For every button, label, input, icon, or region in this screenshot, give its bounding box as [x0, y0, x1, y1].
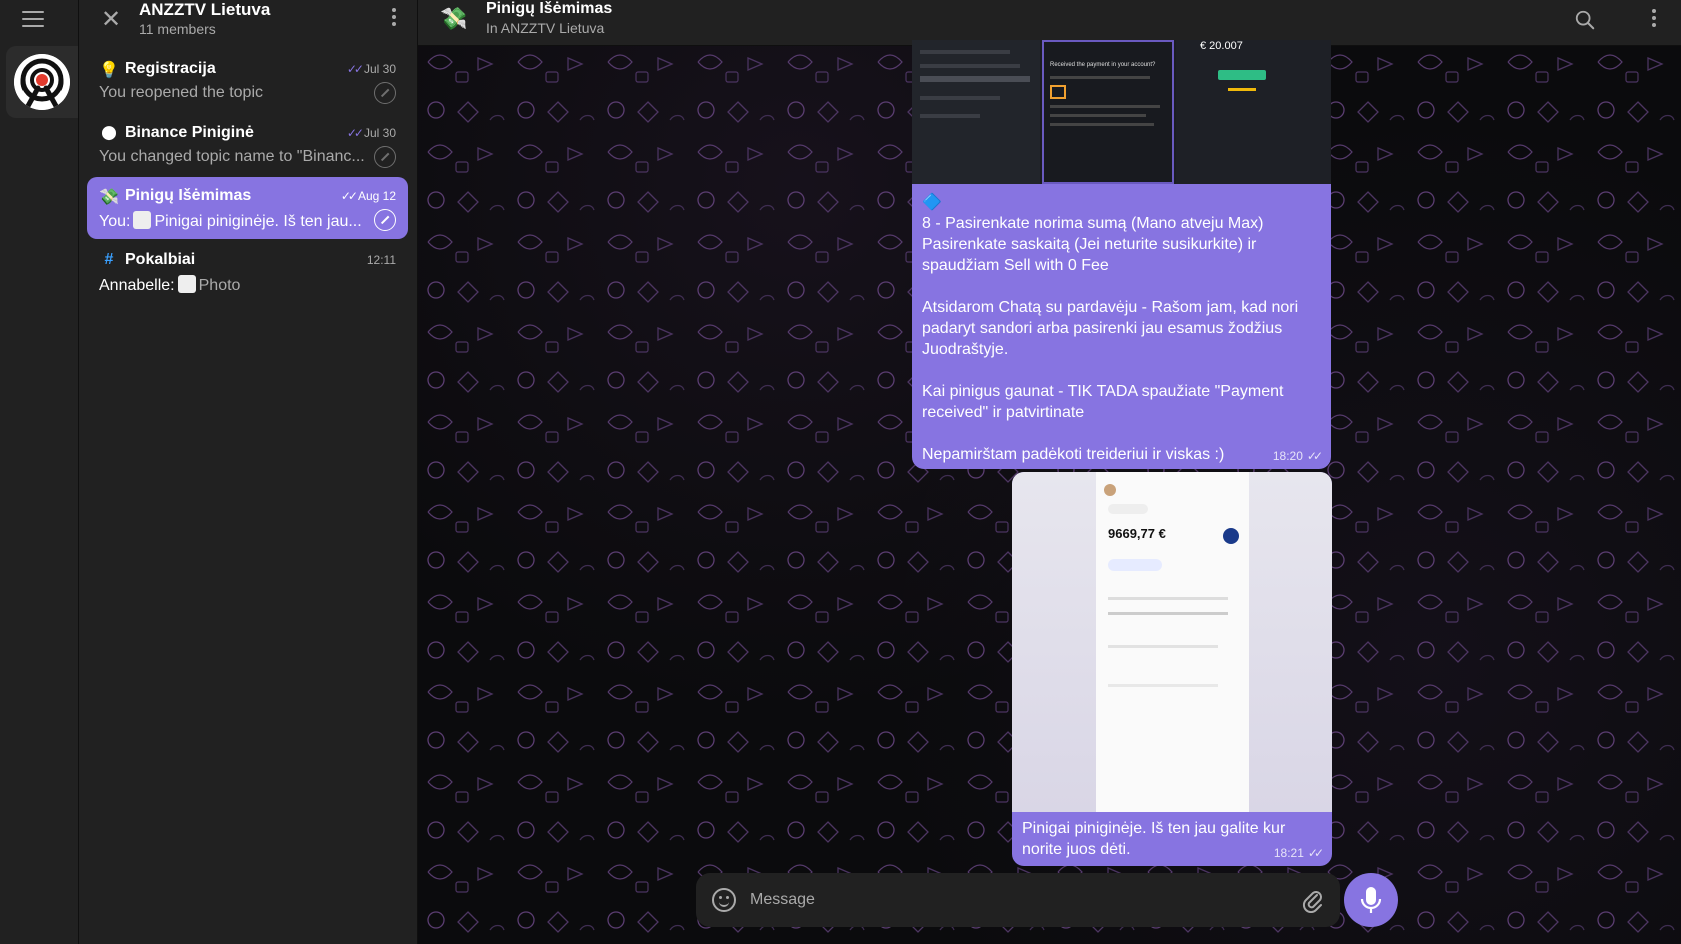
closed-topic-icon [374, 209, 396, 231]
phone-screenshot: 9669,77 € [1096, 472, 1249, 812]
message-screenshot[interactable]: Received the payment in your account? € … [912, 40, 1331, 184]
message-text: 🔷 8 - Pasirenkate norima sumą (Mano atve… [922, 194, 1299, 463]
close-icon[interactable]: ✕ [99, 8, 123, 32]
read-check-icon: ✓✓ [346, 126, 364, 140]
chat-title: Pinigų Išėmimas [486, 0, 613, 17]
message-bubble[interactable]: 9669,77 € Pinigai piniginėje. Iš ten jau… [1012, 472, 1332, 866]
group-members: 11 members [139, 21, 216, 37]
topic-last-message: You changed topic name to "Binanc... [99, 148, 365, 165]
money-wings-icon: 💸 [440, 6, 468, 31]
topic-date: 12:11 [366, 253, 396, 267]
topics-header: ✕ ANZZTV Lietuva 11 members [79, 0, 417, 46]
screenshot-panel [912, 40, 1040, 184]
attach-icon[interactable] [1300, 887, 1324, 913]
read-check-icon: ✓✓ [1306, 449, 1323, 463]
image-thumb-icon [177, 275, 196, 293]
topic-date: ✓✓ Jul 30 [346, 62, 396, 76]
hamburger-icon[interactable] [22, 11, 44, 27]
message-time: 18:21 ✓✓ [1273, 846, 1324, 860]
topic-item-pinigu-isemimas[interactable]: 💸 Pinigų Išėmimas ✓✓ Aug 12 You: Pinigai p… [87, 177, 408, 239]
topic-date: ✓✓ Aug 12 [340, 189, 396, 203]
closed-topic-icon [374, 146, 396, 168]
topic-name: Pokalbiai [125, 251, 196, 268]
emoji-icon[interactable] [712, 888, 736, 912]
topic-last-message: You reopened the topic [99, 84, 263, 101]
topic-date: ✓✓ Jul 30 [346, 126, 396, 140]
image-thumb-icon [133, 211, 152, 229]
search-icon[interactable] [1574, 9, 1596, 31]
closed-topic-icon [374, 82, 396, 104]
message-text: Pinigai piniginėje. Iš ten jau galite ku… [1022, 820, 1286, 858]
message-photo[interactable]: 9669,77 € [1012, 472, 1332, 812]
topic-name: Pinigų Išėmimas [125, 187, 252, 204]
anzztv-logo[interactable] [14, 54, 70, 110]
message-bubble[interactable]: Received the payment in your account? € … [912, 40, 1331, 469]
message-time: 18:20 ✓✓ [1272, 449, 1323, 463]
money-wings-icon: 💸 [99, 189, 119, 206]
message-composer [696, 873, 1340, 927]
topic-item-registracija[interactable]: 💡 Registracija ✓✓ Jul 30 You reopened the… [87, 50, 408, 112]
topic-item-pokalbiai[interactable]: # Pokalbiai 12:11 Annabelle: Photo [87, 241, 408, 303]
topic-item-binance-pinigine[interactable]: 🌑 Binance Piniginė ✓✓ Jul 30 You changed … [87, 114, 408, 176]
microphone-icon [1360, 887, 1382, 913]
more-options-icon[interactable] [389, 8, 399, 30]
message-input[interactable] [750, 887, 1250, 913]
more-options-icon[interactable] [1649, 9, 1659, 31]
topic-name: Binance Piniginė [125, 124, 254, 141]
microphone-button[interactable] [1344, 873, 1398, 927]
chat-area: 💸 Pinigų Išėmimas In ANZZTV Lietuva Rece… [418, 0, 1681, 944]
hashtag-icon: # [104, 251, 114, 268]
moon-icon: 🌑 [100, 126, 118, 143]
chat-subtitle: In ANZZTV Lietuva [486, 20, 605, 36]
screenshot-panel: € 20.007 [1176, 40, 1331, 184]
read-check-icon: ✓✓ [340, 189, 358, 203]
topic-last-message: You: Pinigai piniginėje. Iš ten jau... [99, 211, 362, 230]
read-check-icon: ✓✓ [346, 62, 364, 76]
topics-panel: ✕ ANZZTV Lietuva 11 members 💡 Registraci… [79, 0, 418, 944]
topic-last-message: Annabelle: Photo [99, 275, 241, 294]
topic-name: Registracija [125, 60, 216, 77]
folder-rail [0, 0, 79, 944]
screenshot-panel: Received the payment in your account? [1042, 40, 1174, 184]
lightbulb-icon: 💡 [99, 62, 119, 79]
read-check-icon: ✓✓ [1307, 846, 1324, 860]
group-title: ANZZTV Lietuva [139, 0, 271, 19]
